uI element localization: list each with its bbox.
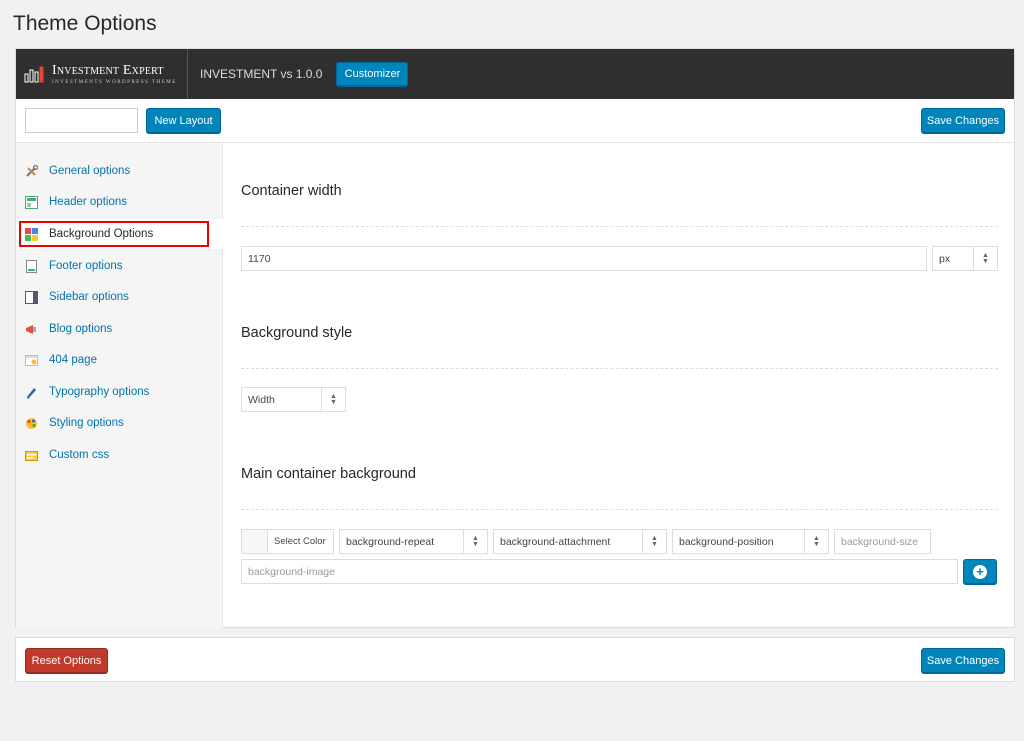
sidebar-item-label: General options — [49, 165, 131, 177]
sidebar-item-label: 404 page — [49, 354, 97, 366]
save-changes-button-top[interactable]: Save Changes — [921, 108, 1005, 133]
page-title: Theme Options — [13, 12, 157, 35]
options-sidebar: General options Header options Backgroun… — [16, 143, 224, 628]
sidebar-item-label: Footer options — [49, 260, 123, 272]
sidebar-item-404[interactable]: 404 page — [16, 345, 223, 375]
sidebar-item-styling[interactable]: Styling options — [16, 408, 223, 438]
add-image-button[interactable]: + — [963, 559, 997, 584]
sidebar-item-footer[interactable]: Footer options — [16, 251, 223, 281]
sidebar-item-label: Sidebar options — [49, 291, 129, 303]
sidebar-item-header[interactable]: Header options — [16, 187, 223, 217]
sidebar-item-custom-css[interactable]: Custom css — [16, 440, 223, 470]
options-header: Investment Expert INVESTMENTS WORDPRESS … — [16, 49, 1014, 99]
select-arrows-icon: ▲ ▼ — [973, 247, 997, 270]
sidebar-item-typography[interactable]: Typography options — [16, 377, 223, 407]
sidebar-item-sidebar[interactable]: Sidebar options — [16, 282, 223, 312]
section-divider — [241, 226, 998, 227]
container-width-unit-select[interactable]: px ▲ ▼ — [932, 246, 998, 271]
sidebar-item-label: Background Options — [49, 228, 154, 240]
color-swatch — [242, 530, 268, 553]
layout-name-input[interactable] — [25, 108, 138, 133]
header-icon — [25, 195, 38, 209]
background-position-value: background-position — [679, 535, 774, 548]
plus-icon: + — [973, 564, 987, 579]
background-position-select[interactable]: background-position ▲ ▼ — [672, 529, 829, 554]
megaphone-icon — [26, 324, 36, 334]
background-style-value: Width — [248, 393, 275, 406]
sidebar-item-label: Typography options — [49, 386, 150, 398]
css-icon — [25, 450, 38, 461]
select-color-label: Select Color — [274, 536, 326, 547]
background-attachment-select[interactable]: background-attachment ▲ ▼ — [493, 529, 667, 554]
select-color-button[interactable]: Select Color — [241, 529, 334, 554]
sidebar-item-label: Styling options — [49, 417, 124, 429]
main-container-background-title: Main container background — [241, 466, 416, 482]
background-image-placeholder: background-image — [248, 565, 335, 578]
select-arrows-icon: ▲ ▼ — [642, 530, 666, 553]
sidebar-icon — [25, 290, 38, 304]
options-toolbar: New Layout Save Changes — [16, 99, 1014, 143]
select-arrows-icon: ▲ ▼ — [804, 530, 828, 553]
theme-version: INVESTMENT vs 1.0.0 — [200, 67, 323, 81]
palette-icon — [26, 417, 37, 429]
new-layout-button[interactable]: New Layout — [146, 108, 221, 133]
background-image-input[interactable]: background-image — [241, 559, 958, 584]
logo-subtitle: INVESTMENTS WORDPRESS THEME — [52, 79, 177, 85]
background-icon — [25, 227, 38, 241]
sidebar-item-label: Blog options — [49, 323, 113, 335]
select-arrows-icon: ▲ ▼ — [321, 388, 345, 411]
sidebar-item-label: Custom css — [49, 449, 110, 461]
save-changes-button-bottom[interactable]: Save Changes — [921, 648, 1005, 673]
background-size-input[interactable]: background-size — [834, 529, 931, 554]
pen-icon — [27, 387, 36, 399]
options-footer: Reset Options Save Changes — [15, 637, 1015, 682]
background-attachment-value: background-attachment — [500, 535, 611, 548]
customizer-button[interactable]: Customizer — [336, 62, 409, 86]
background-repeat-value: background-repeat — [346, 535, 435, 548]
background-style-title: Background style — [241, 325, 353, 341]
tools-icon — [26, 164, 38, 177]
unit-value: px — [939, 252, 951, 265]
logo-title: Investment Expert — [52, 62, 164, 78]
section-divider — [241, 368, 998, 369]
background-size-placeholder: background-size — [841, 535, 919, 548]
container-width-value: 1170 — [248, 252, 271, 265]
theme-logo: Investment Expert INVESTMENTS WORDPRESS … — [16, 49, 188, 99]
sidebar-item-background[interactable]: Background Options — [16, 219, 224, 249]
sidebar-item-general[interactable]: General options — [16, 156, 223, 186]
background-style-select[interactable]: Width ▲ ▼ — [241, 387, 346, 412]
section-divider — [241, 509, 998, 510]
footer-icon — [26, 259, 37, 273]
background-repeat-select[interactable]: background-repeat ▲ ▼ — [339, 529, 488, 554]
reset-options-button[interactable]: Reset Options — [25, 648, 108, 673]
container-width-input[interactable]: 1170 — [241, 246, 927, 271]
sidebar-item-blog[interactable]: Blog options — [16, 314, 223, 344]
select-arrows-icon: ▲ ▼ — [463, 530, 487, 553]
bar-chart-logo-icon — [24, 66, 44, 83]
page-404-icon — [25, 354, 38, 366]
container-width-title: Container width — [241, 183, 342, 199]
theme-options-panel: Investment Expert INVESTMENTS WORDPRESS … — [15, 48, 1015, 628]
sidebar-item-label: Header options — [49, 196, 127, 208]
